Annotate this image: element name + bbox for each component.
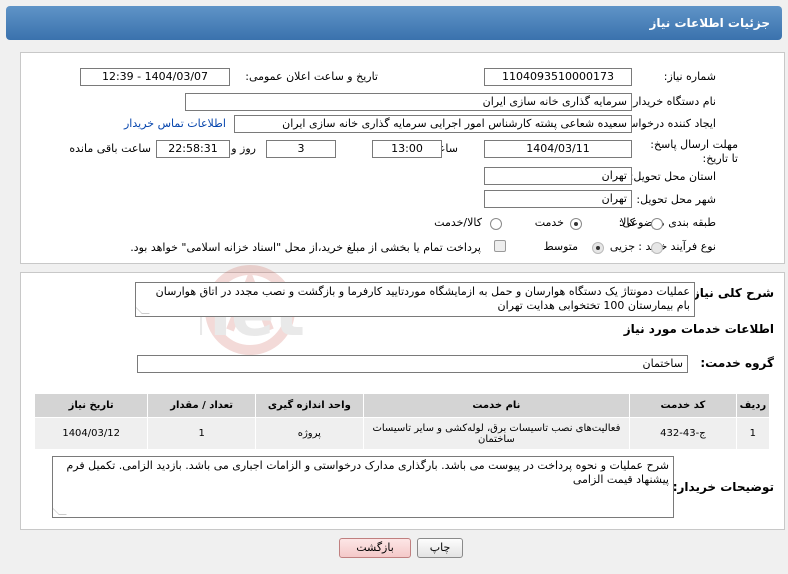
col-row-header: ردیف (735, 393, 771, 418)
days-field: 3 (266, 140, 336, 158)
col-unit-header: واحد اندازه گیری (254, 393, 364, 418)
summary-label: شرح کلی نیاز: (688, 286, 774, 300)
summary-textarea[interactable]: عملیات دمونتاژ یک دستگاه هوارسان و حمل ب… (135, 282, 695, 317)
process-label: نوع فرآیند خرید : (638, 240, 716, 253)
buyer-notes-text: شرح عملیات و نحوه پرداخت در پیوست می باش… (66, 459, 669, 486)
announce-field: 1404/03/07 - 12:39 (80, 68, 230, 86)
days-label: روز و (231, 142, 256, 155)
process-radio-medium[interactable] (592, 242, 604, 254)
province-label: استان محل تحویل: (629, 170, 716, 183)
service-group-label: گروه خدمت: (700, 356, 774, 370)
print-button[interactable]: چاپ (417, 538, 463, 558)
deadline-date-field: 1404/03/11 (484, 140, 632, 158)
treasury-checkbox[interactable] (494, 240, 506, 252)
city-label: شهر محل تحویل: (636, 193, 716, 206)
resize-grip-icon[interactable] (136, 306, 150, 314)
resize-grip-icon[interactable] (53, 507, 67, 515)
col-name-header: نام خدمت (362, 393, 631, 418)
cell-code: ج-43-432 (629, 417, 737, 450)
province-field: تهران (484, 167, 632, 185)
contact-buyer-link[interactable]: اطلاعات تماس خریدار (124, 117, 226, 130)
remaining-time-field: 22:58:31 (156, 140, 230, 158)
buyer-notes-textarea[interactable]: شرح عملیات و نحوه پرداخت در پیوست می باش… (52, 456, 674, 518)
payment-note: پرداخت تمام یا بخشی از مبلغ خرید،از محل … (130, 241, 481, 254)
back-button[interactable]: بازگشت (339, 538, 411, 558)
category-radio-service[interactable] (570, 218, 582, 230)
cell-name: فعالیت‌های نصب تاسیسات برق، لوله‌کشی و س… (362, 417, 631, 450)
cell-date: 1404/03/12 (33, 417, 149, 450)
col-code-header: کد خدمت (629, 393, 737, 418)
cell-row: 1 (735, 417, 771, 450)
remaining-label: ساعت باقی مانده (69, 142, 151, 155)
summary-text: عملیات دمونتاژ یک دستگاه هوارسان و حمل ب… (155, 285, 690, 312)
buyer-label: نام دستگاه خریدار: (629, 95, 716, 108)
col-qty-header: تعداد / مقدار (147, 393, 256, 418)
process-option-minor: جزیی (609, 240, 635, 253)
category-option-goods: کالا (620, 216, 635, 229)
category-radio-goods[interactable] (651, 218, 663, 230)
category-option-service: خدمت (534, 216, 564, 229)
category-radio-goods-service[interactable] (490, 218, 502, 230)
announce-label: تاریخ و ساعت اعلان عمومی: (245, 70, 378, 83)
need-number-label: شماره نیاز: (663, 70, 716, 83)
deadline-label: مهلت ارسال پاسخ: تا تاریخ: (650, 138, 738, 165)
cell-unit: پروژه (254, 417, 364, 450)
table-row: 1 ج-43-432 فعالیت‌های نصب تاسیسات برق، ل… (33, 417, 771, 450)
need-number-field: 1104093510000173 (484, 68, 632, 86)
services-header: اطلاعات خدمات مورد نیاز (623, 322, 774, 336)
cell-qty: 1 (147, 417, 256, 450)
services-table: ردیف کد خدمت نام خدمت واحد اندازه گیری ت… (33, 393, 771, 450)
col-date-header: تاریخ نیاز (33, 393, 149, 418)
process-radio-minor[interactable] (651, 242, 663, 254)
creator-field: سعیده شعاعی پشته کارشناس امور اجرایی سرم… (234, 115, 632, 133)
service-group-field: ساختمان (137, 355, 688, 373)
page-title: جزئیات اطلاعات نیاز (6, 6, 782, 40)
process-option-medium: متوسط (543, 240, 578, 253)
buyer-notes-label: توضیحات خریدار: (672, 480, 774, 494)
buyer-field: سرمایه گذاری خانه سازی ایران (185, 93, 632, 111)
table-header-row: ردیف کد خدمت نام خدمت واحد اندازه گیری ت… (33, 393, 771, 418)
city-field: تهران (484, 190, 632, 208)
deadline-time-field: 13:00 (372, 140, 442, 158)
category-option-goods-service: کالا/خدمت (434, 216, 482, 229)
